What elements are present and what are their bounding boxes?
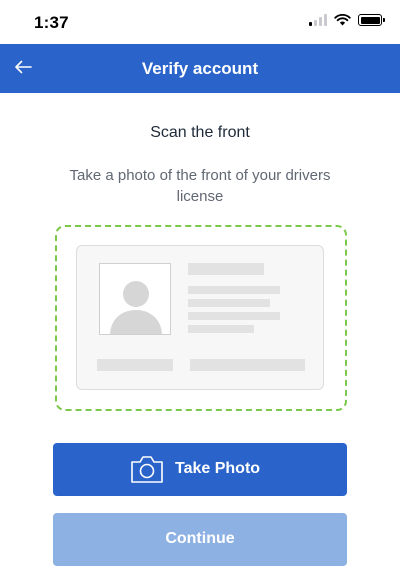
instructions-text: Take a photo of the front of your driver… — [69, 167, 331, 205]
card-line — [188, 263, 264, 275]
battery-icon — [358, 14, 385, 26]
card-line — [188, 312, 280, 320]
person-avatar-icon — [110, 281, 162, 334]
wifi-icon — [334, 14, 351, 26]
status-bar: 1:37 — [0, 0, 400, 44]
status-time: 1:37 — [34, 13, 69, 32]
page-title: Verify account — [141, 59, 259, 78]
continue-button[interactable]: Continue — [53, 513, 347, 566]
take-photo-label: Take Photo — [175, 460, 261, 477]
id-photo-placeholder — [99, 263, 171, 335]
cellular-signal-icon — [309, 14, 327, 26]
camera-icon — [131, 456, 163, 483]
card-line — [188, 299, 270, 307]
card-line — [97, 359, 173, 371]
status-icons — [309, 14, 385, 26]
card-line — [188, 325, 254, 333]
section-heading: Scan the front — [150, 124, 250, 141]
continue-label: Continue — [165, 530, 235, 547]
card-line — [190, 359, 305, 371]
app-header: Verify account — [0, 44, 400, 93]
card-line — [188, 286, 280, 294]
id-card-illustration — [76, 245, 324, 390]
take-photo-button[interactable]: Take Photo — [53, 443, 347, 496]
